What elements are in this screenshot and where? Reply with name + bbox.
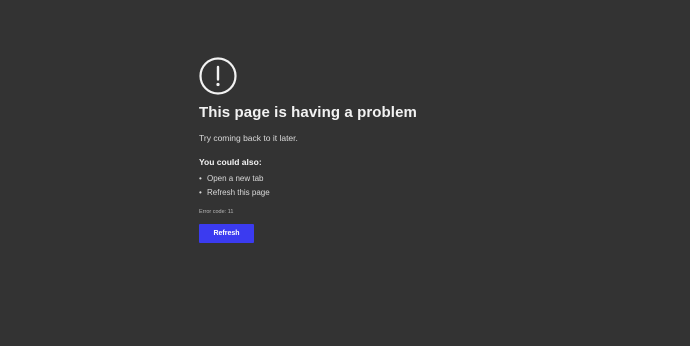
suggestion-open-new-tab: • Open a new tab (199, 172, 499, 186)
error-code: Error code: 11 (199, 209, 234, 215)
suggestions-heading: You could also: (199, 157, 262, 167)
page-title: This page is having a problem (199, 104, 417, 121)
suggestion-refresh-page: • Refresh this page (199, 186, 499, 200)
refresh-button[interactable]: Refresh (199, 224, 254, 243)
suggestion-label: Refresh this page (207, 188, 270, 197)
error-content: This page is having a problem Try coming… (199, 57, 499, 243)
error-subtitle: Try coming back to it later. (199, 133, 298, 143)
error-page: This page is having a problem Try coming… (0, 0, 690, 346)
suggestions-list: • Open a new tab • Refresh this page (199, 172, 499, 200)
exclamation-circle-icon (199, 57, 237, 95)
bullet-icon: • (199, 174, 202, 183)
bullet-icon: • (199, 188, 202, 197)
suggestion-label: Open a new tab (207, 174, 264, 183)
